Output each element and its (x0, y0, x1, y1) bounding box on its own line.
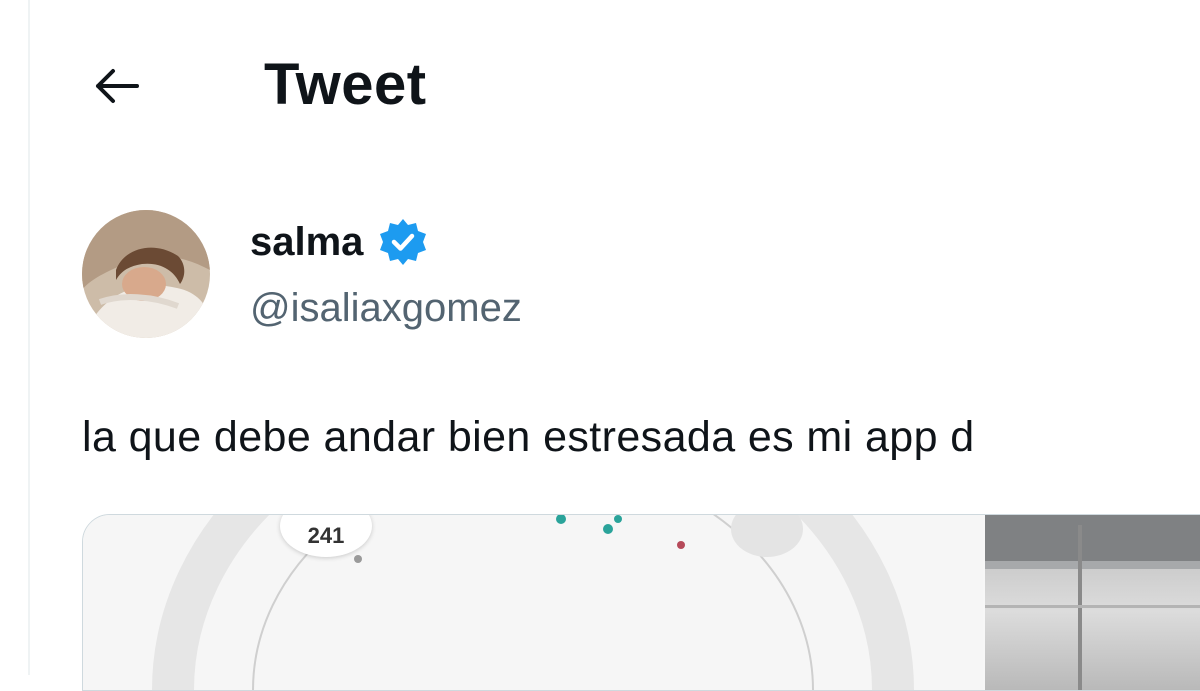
verified-badge-icon (377, 216, 429, 268)
author-name[interactable]: salma (250, 212, 429, 272)
page-title: Tweet (264, 52, 427, 117)
display-name-text: salma (250, 220, 364, 264)
avatar[interactable] (82, 210, 210, 338)
tweet-media: 241 (82, 514, 1200, 691)
back-button[interactable] (78, 55, 154, 121)
media-image-1[interactable]: 241 (83, 515, 983, 690)
tweet-header: Tweet (0, 0, 1200, 170)
tweet-text: la que debe andar bien estresada es mi a… (82, 413, 975, 461)
arrow-left-icon (91, 66, 141, 111)
author-handle[interactable]: @isaliaxgomez (250, 280, 522, 336)
media-image-2[interactable] (985, 515, 1200, 690)
